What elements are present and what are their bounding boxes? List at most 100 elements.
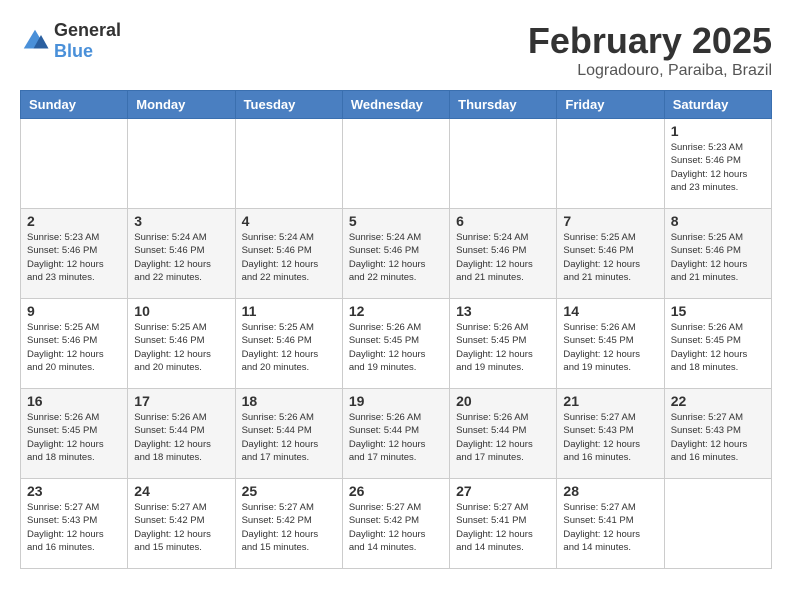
calendar-cell: [235, 119, 342, 209]
calendar-cell: 7 Sunrise: 5:25 AM Sunset: 5:46 PM Daylig…: [557, 209, 664, 299]
calendar-cell: 13 Sunrise: 5:26 AM Sunset: 5:45 PM Dayli…: [450, 299, 557, 389]
day-info: Sunrise: 5:25 AM Sunset: 5:46 PM Dayligh…: [242, 321, 336, 374]
calendar-week-row: 9 Sunrise: 5:25 AM Sunset: 5:46 PM Daylig…: [21, 299, 772, 389]
day-info: Sunrise: 5:26 AM Sunset: 5:45 PM Dayligh…: [27, 411, 121, 464]
calendar-week-row: 2 Sunrise: 5:23 AM Sunset: 5:46 PM Daylig…: [21, 209, 772, 299]
calendar-cell: [664, 479, 771, 569]
calendar-cell: 5 Sunrise: 5:24 AM Sunset: 5:46 PM Daylig…: [342, 209, 449, 299]
calendar-day-header: Sunday: [21, 91, 128, 119]
calendar-cell: 25Sunrise: 5:27 AM Sunset: 5:42 PM Dayli…: [235, 479, 342, 569]
day-info: Sunrise: 5:25 AM Sunset: 5:46 PM Dayligh…: [27, 321, 121, 374]
day-number: 16: [27, 393, 121, 409]
calendar-cell: [21, 119, 128, 209]
day-info: Sunrise: 5:25 AM Sunset: 5:46 PM Dayligh…: [134, 321, 228, 374]
calendar-cell: 27 Sunrise: 5:27 AM Sunset: 5:41 PM Dayli…: [450, 479, 557, 569]
day-number: 11: [242, 303, 336, 319]
day-info: Sunrise: 5:27 AM Sunset: 5:43 PM Dayligh…: [671, 411, 765, 464]
day-number: 2: [27, 213, 121, 229]
day-number: 22: [671, 393, 765, 409]
calendar-cell: 2 Sunrise: 5:23 AM Sunset: 5:46 PM Daylig…: [21, 209, 128, 299]
calendar-header-row: SundayMondayTuesdayWednesdayThursdayFrid…: [21, 91, 772, 119]
day-info: Sunrise: 5:25 AM Sunset: 5:46 PM Dayligh…: [563, 231, 657, 284]
day-number: 8: [671, 213, 765, 229]
calendar-cell: [128, 119, 235, 209]
calendar-cell: 15 Sunrise: 5:26 AM Sunset: 5:45 PM Dayli…: [664, 299, 771, 389]
day-info: Sunrise: 5:27 AM Sunset: 5:42 PM Dayligh…: [349, 501, 443, 554]
day-number: 13: [456, 303, 550, 319]
calendar-cell: 23 Sunrise: 5:27 AM Sunset: 5:43 PM Dayli…: [21, 479, 128, 569]
calendar-table: SundayMondayTuesdayWednesdayThursdayFrid…: [20, 90, 772, 569]
day-number: 15: [671, 303, 765, 319]
calendar-cell: [450, 119, 557, 209]
calendar-day-header: Thursday: [450, 91, 557, 119]
day-info: Sunrise: 5:26 AM Sunset: 5:45 PM Dayligh…: [671, 321, 765, 374]
calendar-day-header: Saturday: [664, 91, 771, 119]
calendar-cell: 28 Sunrise: 5:27 AM Sunset: 5:41 PM Dayli…: [557, 479, 664, 569]
calendar-cell: 1 Sunrise: 5:23 AM Sunset: 5:46 PM Daylig…: [664, 119, 771, 209]
day-number: 4: [242, 213, 336, 229]
calendar-cell: [557, 119, 664, 209]
calendar-body: 1 Sunrise: 5:23 AM Sunset: 5:46 PM Daylig…: [21, 119, 772, 569]
calendar-day-header: Wednesday: [342, 91, 449, 119]
day-number: 14: [563, 303, 657, 319]
day-number: 17: [134, 393, 228, 409]
day-info: Sunrise: 5:26 AM Sunset: 5:45 PM Dayligh…: [563, 321, 657, 374]
calendar-cell: [342, 119, 449, 209]
day-number: 10: [134, 303, 228, 319]
calendar-week-row: 23 Sunrise: 5:27 AM Sunset: 5:43 PM Dayli…: [21, 479, 772, 569]
calendar-cell: 14 Sunrise: 5:26 AM Sunset: 5:45 PM Dayli…: [557, 299, 664, 389]
calendar-cell: 17 Sunrise: 5:26 AM Sunset: 5:44 PM Dayli…: [128, 389, 235, 479]
calendar-week-row: 16 Sunrise: 5:26 AM Sunset: 5:45 PM Dayli…: [21, 389, 772, 479]
calendar-cell: 24 Sunrise: 5:27 AM Sunset: 5:42 PM Dayli…: [128, 479, 235, 569]
calendar-cell: 26 Sunrise: 5:27 AM Sunset: 5:42 PM Dayli…: [342, 479, 449, 569]
logo-icon: [20, 26, 50, 56]
logo-blue-text: Blue: [54, 41, 93, 61]
day-number: 18: [242, 393, 336, 409]
day-info: Sunrise: 5:27 AM Sunset: 5:41 PM Dayligh…: [563, 501, 657, 554]
calendar-cell: 9 Sunrise: 5:25 AM Sunset: 5:46 PM Daylig…: [21, 299, 128, 389]
day-info: Sunrise: 5:27 AM Sunset: 5:43 PM Dayligh…: [563, 411, 657, 464]
day-info: Sunrise: 5:26 AM Sunset: 5:45 PM Dayligh…: [456, 321, 550, 374]
day-number: 21: [563, 393, 657, 409]
day-info: Sunrise: 5:27 AM Sunset: 5:41 PM Dayligh…: [456, 501, 550, 554]
calendar-cell: 4Sunrise: 5:24 AM Sunset: 5:46 PM Daylig…: [235, 209, 342, 299]
calendar-cell: 6Sunrise: 5:24 AM Sunset: 5:46 PM Daylig…: [450, 209, 557, 299]
calendar-cell: 20 Sunrise: 5:26 AM Sunset: 5:44 PM Dayli…: [450, 389, 557, 479]
day-info: Sunrise: 5:24 AM Sunset: 5:46 PM Dayligh…: [134, 231, 228, 284]
day-info: Sunrise: 5:26 AM Sunset: 5:44 PM Dayligh…: [134, 411, 228, 464]
page-header: General Blue February 2025 Logradouro, P…: [20, 20, 772, 80]
day-number: 1: [671, 123, 765, 139]
calendar-day-header: Monday: [128, 91, 235, 119]
day-number: 28: [563, 483, 657, 499]
logo-general-text: General: [54, 20, 121, 40]
day-info: Sunrise: 5:27 AM Sunset: 5:42 PM Dayligh…: [242, 501, 336, 554]
day-number: 24: [134, 483, 228, 499]
day-number: 5: [349, 213, 443, 229]
calendar-cell: 11 Sunrise: 5:25 AM Sunset: 5:46 PM Dayli…: [235, 299, 342, 389]
day-info: Sunrise: 5:23 AM Sunset: 5:46 PM Dayligh…: [27, 231, 121, 284]
day-number: 23: [27, 483, 121, 499]
day-number: 12: [349, 303, 443, 319]
calendar-cell: 19Sunrise: 5:26 AM Sunset: 5:44 PM Dayli…: [342, 389, 449, 479]
day-info: Sunrise: 5:26 AM Sunset: 5:45 PM Dayligh…: [349, 321, 443, 374]
calendar-day-header: Tuesday: [235, 91, 342, 119]
day-info: Sunrise: 5:26 AM Sunset: 5:44 PM Dayligh…: [456, 411, 550, 464]
day-number: 6: [456, 213, 550, 229]
day-number: 26: [349, 483, 443, 499]
day-info: Sunrise: 5:27 AM Sunset: 5:42 PM Dayligh…: [134, 501, 228, 554]
calendar-cell: 8 Sunrise: 5:25 AM Sunset: 5:46 PM Daylig…: [664, 209, 771, 299]
location-title: Logradouro, Paraiba, Brazil: [528, 62, 772, 80]
day-info: Sunrise: 5:27 AM Sunset: 5:43 PM Dayligh…: [27, 501, 121, 554]
calendar-cell: 21 Sunrise: 5:27 AM Sunset: 5:43 PM Dayli…: [557, 389, 664, 479]
day-number: 27: [456, 483, 550, 499]
calendar-cell: 18Sunrise: 5:26 AM Sunset: 5:44 PM Dayli…: [235, 389, 342, 479]
day-info: Sunrise: 5:23 AM Sunset: 5:46 PM Dayligh…: [671, 141, 765, 194]
day-number: 20: [456, 393, 550, 409]
day-number: 3: [134, 213, 228, 229]
title-area: February 2025 Logradouro, Paraiba, Brazi…: [528, 20, 772, 80]
day-number: 9: [27, 303, 121, 319]
day-info: Sunrise: 5:25 AM Sunset: 5:46 PM Dayligh…: [671, 231, 765, 284]
day-info: Sunrise: 5:24 AM Sunset: 5:46 PM Dayligh…: [349, 231, 443, 284]
day-number: 19: [349, 393, 443, 409]
day-number: 7: [563, 213, 657, 229]
